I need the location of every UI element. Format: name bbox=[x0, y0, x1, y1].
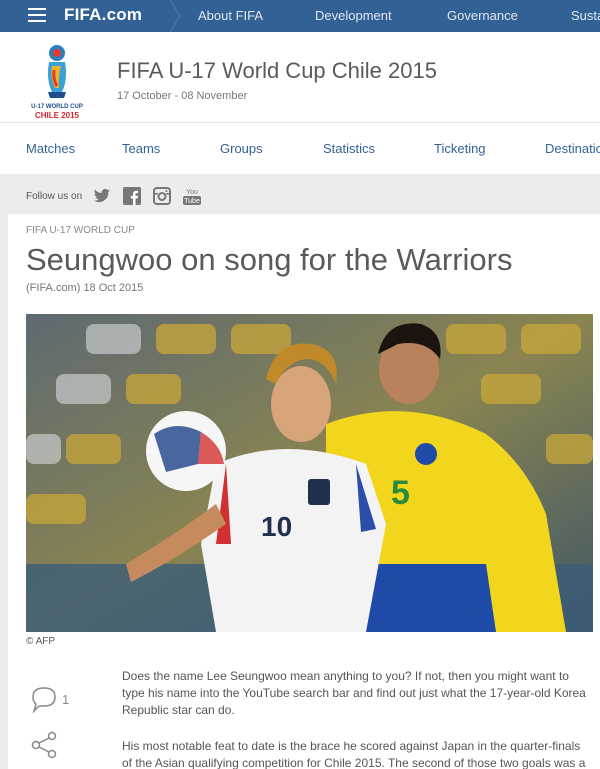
svg-text:U-17 WORLD CUP: U-17 WORLD CUP bbox=[31, 104, 83, 110]
article-headline: Seungwoo on song for the Warriors bbox=[26, 242, 513, 277]
article-paragraph: Does the name Lee Seungwoo mean anything… bbox=[122, 669, 586, 717]
photo-credit: © AFP bbox=[26, 636, 56, 647]
subnav-groups[interactable]: Groups bbox=[220, 141, 263, 156]
topnav-governance[interactable]: Governance bbox=[447, 0, 518, 32]
follow-us-bar: Follow us on You Tube bbox=[26, 186, 212, 206]
topnav-sustainability[interactable]: Susta bbox=[571, 0, 600, 32]
twitter-icon[interactable] bbox=[92, 186, 112, 206]
svg-text:You: You bbox=[186, 189, 198, 196]
facebook-icon[interactable] bbox=[122, 186, 142, 206]
article-photo: 5 10 bbox=[26, 314, 593, 632]
article-byline: (FIFA.com) 18 Oct 2015 bbox=[26, 282, 144, 294]
nav-divider bbox=[169, 0, 181, 32]
comment-count[interactable]: 1 bbox=[62, 692, 69, 707]
menu-icon[interactable] bbox=[28, 8, 46, 22]
event-header: U-17 WORLD CUP CHILE 2015 FIFA U-17 Worl… bbox=[0, 32, 600, 122]
tournament-emblem[interactable]: U-17 WORLD CUP CHILE 2015 bbox=[28, 40, 86, 122]
subnav-matches[interactable]: Matches bbox=[26, 141, 75, 156]
svg-text:10: 10 bbox=[261, 511, 292, 542]
subnav-teams[interactable]: Teams bbox=[122, 141, 160, 156]
event-subnav: Matches Teams Groups Statistics Ticketin… bbox=[0, 122, 600, 174]
top-bar: FIFA.com About FIFA Development Governan… bbox=[0, 0, 600, 32]
share-icon[interactable] bbox=[30, 731, 60, 759]
svg-text:Tube: Tube bbox=[184, 198, 200, 205]
svg-text:5: 5 bbox=[391, 474, 410, 512]
article-kicker[interactable]: FIFA U-17 WORLD CUP bbox=[26, 225, 135, 236]
svg-text:CHILE 2015: CHILE 2015 bbox=[35, 111, 80, 120]
youtube-icon[interactable]: You Tube bbox=[182, 186, 202, 206]
instagram-icon[interactable] bbox=[152, 186, 172, 206]
subnav-ticketing[interactable]: Ticketing bbox=[434, 141, 486, 156]
subnav-destination[interactable]: Destinatio bbox=[545, 141, 600, 156]
topnav-about-fifa[interactable]: About FIFA bbox=[198, 0, 263, 32]
follow-us-label: Follow us on bbox=[26, 190, 83, 202]
fifa-logo[interactable]: FIFA.com bbox=[64, 5, 142, 25]
article-paragraph: His most notable feat to date is the bra… bbox=[122, 739, 586, 769]
topnav-development[interactable]: Development bbox=[315, 0, 392, 32]
event-title[interactable]: FIFA U-17 World Cup Chile 2015 bbox=[117, 58, 437, 84]
event-dates: 17 October - 08 November bbox=[117, 90, 248, 102]
subnav-statistics[interactable]: Statistics bbox=[323, 141, 375, 156]
